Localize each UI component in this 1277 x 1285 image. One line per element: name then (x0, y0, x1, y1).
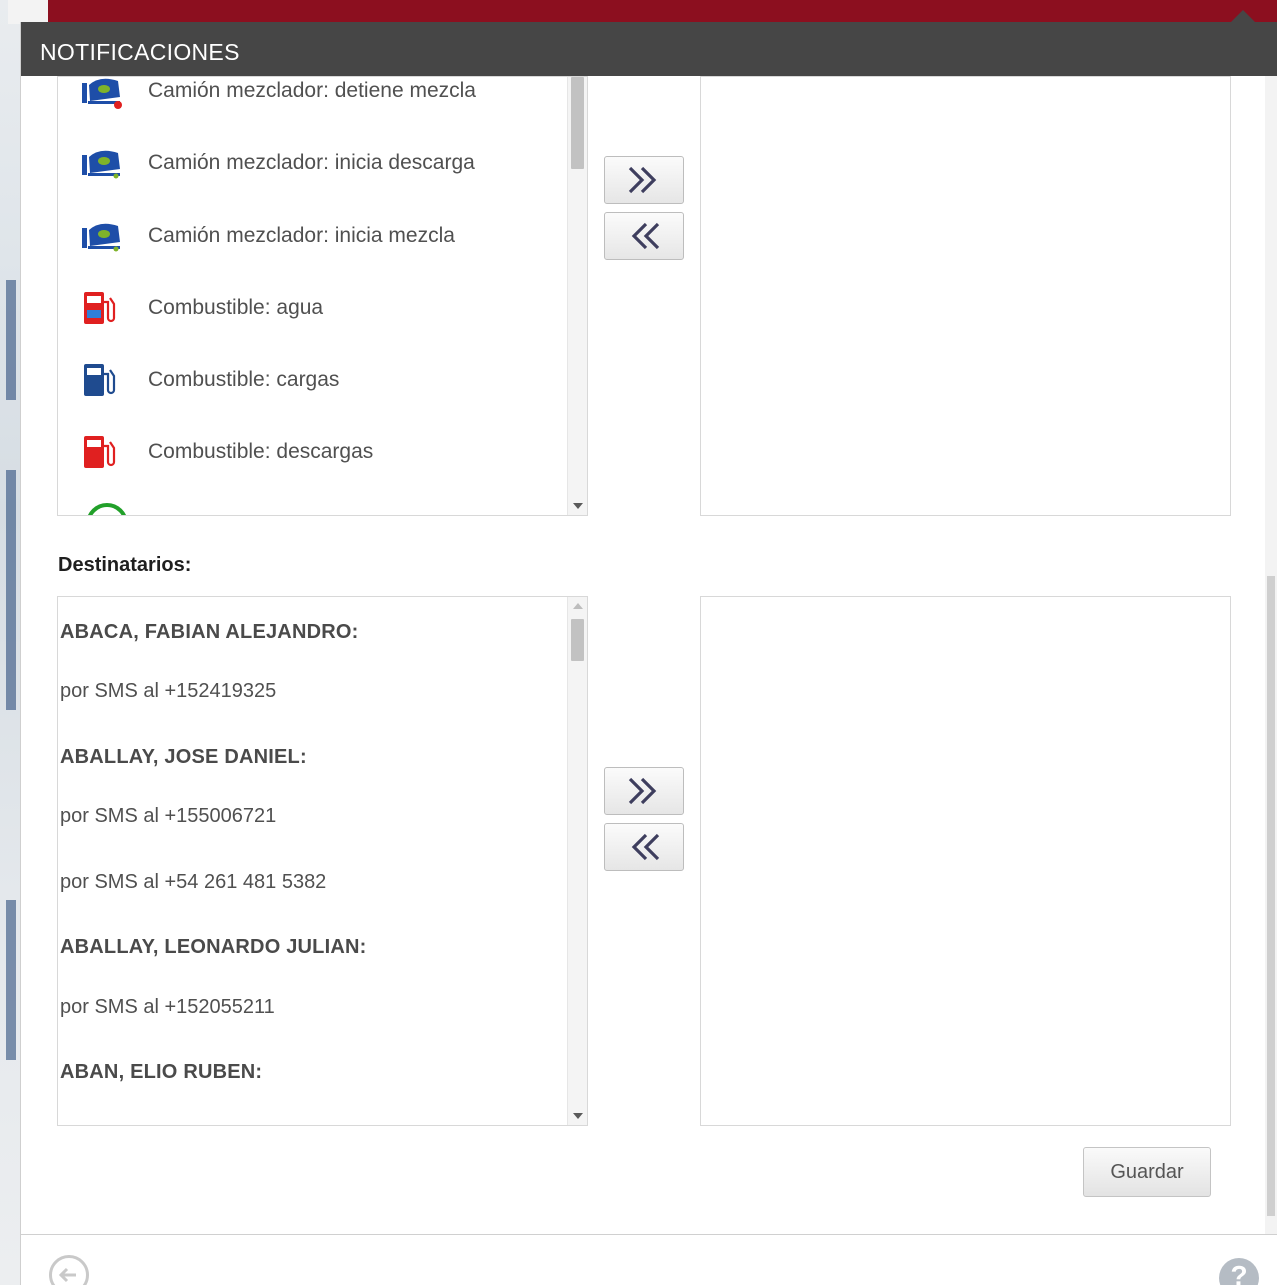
dialog-caret (1231, 10, 1255, 22)
add-recipient-button[interactable] (604, 767, 684, 815)
recipients-selected-list[interactable] (700, 596, 1231, 1126)
scroll-down-arrow-icon[interactable] (573, 1113, 583, 1119)
event-label: Camión mezclador: inicia mezcla (148, 224, 455, 247)
fuel-pump-unload-icon (80, 430, 126, 474)
dialog-header: NOTIFICACIONES (21, 22, 1277, 76)
recipients-available-list[interactable]: ABACA, FABIAN ALEJANDRO: por SMS al +152… (57, 596, 588, 1126)
event-label: Combustible: agua (148, 296, 324, 319)
screen: NOTIFICACIONES Camión mezclador: detiene… (0, 0, 1277, 1285)
recipient-contact[interactable]: por SMS al +152055211 (60, 996, 275, 1019)
dialog-title: NOTIFICACIONES (40, 39, 240, 65)
recipients-list-scrollbar[interactable] (567, 597, 587, 1125)
list-item[interactable]: Combustible: descargas (80, 430, 373, 474)
event-label: Combustible: cargas (148, 368, 340, 391)
list-item[interactable]: Camión mezclador: inicia mezcla (80, 214, 455, 258)
dialog-scroll-thumb[interactable] (1267, 576, 1275, 1216)
app-top-bar (48, 0, 1277, 24)
events-selected-list[interactable] (700, 76, 1231, 516)
remove-recipient-button[interactable] (604, 823, 684, 871)
recipient-name[interactable]: ABACA, FABIAN ALEJANDRO: (60, 621, 359, 644)
recipient-name[interactable]: ABAN, ELIO RUBEN: (60, 1061, 262, 1084)
recipient-name[interactable]: ABALLAY, JOSE DANIEL: (60, 746, 307, 769)
events-list-scrollbar[interactable] (567, 77, 587, 515)
map-road (6, 470, 16, 710)
fuel-pump-water-icon (80, 286, 126, 330)
mixer-truck-stop-icon (80, 77, 126, 113)
dialog-scrollbar[interactable] (1265, 76, 1277, 1234)
events-available-list[interactable]: Camión mezclador: detiene mezcla Camión … (57, 76, 588, 516)
recipients-label: Destinatarios: (58, 554, 192, 576)
fuel-pump-load-icon (80, 358, 126, 402)
mixer-truck-icon (80, 214, 126, 258)
help-icon[interactable]: ? (1219, 1258, 1259, 1285)
map-road (6, 280, 16, 400)
map-background-strip (0, 0, 22, 1285)
event-label: Combustible: descargas (148, 440, 374, 463)
double-chevron-left-icon (631, 222, 660, 250)
notifications-dialog: NOTIFICACIONES Camión mezclador: detiene… (20, 10, 1277, 1285)
list-item[interactable]: Combustible: agua (80, 286, 323, 330)
mixer-truck-icon (80, 141, 126, 185)
event-label: Camión mezclador: inicia descarga (148, 151, 475, 174)
double-chevron-right-icon (628, 166, 657, 194)
recipient-contact[interactable]: por SMS al +54 261 481 5382 (60, 871, 326, 894)
list-item[interactable]: Combustible: cargas (80, 358, 339, 402)
save-button[interactable]: Guardar (1083, 1147, 1211, 1197)
footer-divider (21, 1234, 1277, 1235)
scroll-thumb[interactable] (571, 77, 584, 169)
scroll-down-arrow-icon[interactable] (573, 503, 583, 509)
scroll-up-arrow-icon[interactable] (573, 603, 583, 609)
recipient-name[interactable]: ABALLAY, LEONARDO JULIAN: (60, 936, 367, 959)
list-item[interactable]: Camión mezclador: inicia descarga (80, 141, 475, 185)
recipient-contact[interactable]: por SMS al +155006721 (60, 805, 276, 828)
scroll-thumb[interactable] (571, 619, 584, 661)
recipient-contact[interactable]: por SMS al +152419325 (60, 680, 276, 703)
add-event-button[interactable] (604, 156, 684, 204)
back-arrow-icon[interactable] (49, 1255, 89, 1285)
partial-status-icon (86, 503, 128, 515)
remove-event-button[interactable] (604, 212, 684, 260)
map-road (6, 900, 16, 1060)
list-item[interactable]: Camión mezclador: detiene mezcla (80, 77, 476, 113)
double-chevron-left-icon (631, 833, 660, 861)
top-bar-left (8, 0, 48, 24)
double-chevron-right-icon (628, 777, 657, 805)
event-label: Camión mezclador: detiene mezcla (148, 79, 476, 102)
